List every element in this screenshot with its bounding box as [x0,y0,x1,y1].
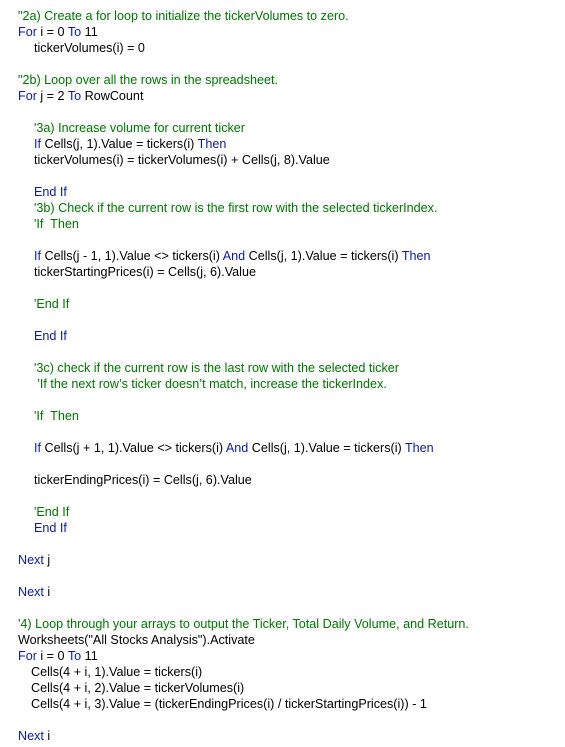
code-text: i [43,729,51,743]
code-comment: '3a) Increase volume for current ticker [34,121,245,135]
code-line: End If [34,184,67,200]
code-line: 'End If [34,296,69,312]
code-keyword: End If [34,521,67,535]
code-text: i = 0 [36,25,68,39]
code-keyword: Next [18,553,44,567]
code-comment: 'If Then [34,217,79,231]
code-text: i [43,585,51,599]
code-text: Cells(4 + i, 2).Value = tickerVolumes(i) [31,681,245,695]
code-comment: '3c) check if the current row is the las… [34,361,399,375]
code-keyword: If [34,249,41,263]
code-keyword: If [34,137,41,151]
code-comment: 'If the next row’s ticker doesn’t match,… [34,377,387,391]
code-line: Next i [18,584,50,600]
code-text: j [43,553,51,567]
code-text: Worksheets("All Stocks Analysis").Activa… [18,633,255,647]
code-line: Cells(4 + i, 2).Value = tickerVolumes(i) [31,680,244,696]
code-line: '3c) check if the current row is the las… [34,360,399,376]
code-line: tickerVolumes(i) = tickerVolumes(i) + Ce… [34,152,330,168]
code-keyword: If [34,441,41,455]
code-line: Worksheets("All Stocks Analysis").Activa… [18,632,255,648]
code-comment: "2a) Create a for loop to initialize the… [18,9,349,23]
code-line: '3a) Increase volume for current ticker [34,120,245,136]
code-text: tickerVolumes(i) = 0 [34,41,145,55]
code-keyword: To [67,89,82,103]
code-line: 'If the next row’s ticker doesn’t match,… [34,376,387,392]
code-keyword: End If [34,185,67,199]
code-text: j = 2 [36,89,68,103]
code-line: '3b) Check if the current row is the fir… [34,200,437,216]
code-keyword: For [18,25,37,39]
code-text: tickerVolumes(i) = tickerVolumes(i) + Ce… [34,153,330,167]
code-line: For j = 2 To RowCount [18,88,143,104]
code-text: Cells(j, 1).Value = tickers(i) [248,441,405,455]
code-line: 'If Then [34,216,79,232]
code-keyword: And [222,249,246,263]
code-text: Cells(j, 1).Value = tickers(i) [41,137,198,151]
code-text: i = 0 [36,649,68,663]
code-comment: 'If Then [34,409,79,423]
code-comment: '4) Loop through your arrays to output t… [18,617,469,631]
code-keyword: To [67,25,82,39]
code-line: If Cells(j + 1, 1).Value <> tickers(i) A… [34,440,434,456]
code-comment: 'End If [34,505,70,519]
code-line: '4) Loop through your arrays to output t… [18,616,469,632]
code-keyword: Next [18,585,44,599]
code-keyword: Then [401,249,431,263]
code-text: tickerStartingPrices(i) = Cells(j, 6).Va… [34,265,256,279]
code-line: For i = 0 To 11 [18,24,98,40]
code-line: 'If Then [34,408,79,424]
code-text: Cells(4 + i, 3).Value = (tickerEndingPri… [31,697,427,711]
code-line: If Cells(j, 1).Value = tickers(i) Then [34,136,226,152]
code-keyword: Then [404,441,434,455]
code-keyword: And [225,441,249,455]
code-comment: '3b) Check if the current row is the fir… [34,201,438,215]
code-text: Cells(j - 1, 1).Value <> tickers(i) [41,249,223,263]
code-line: End If [34,520,67,536]
code-text: 11 [81,649,98,663]
code-line: Next i [18,728,50,744]
code-text: Cells(j + 1, 1).Value <> tickers(i) [41,441,226,455]
code-keyword: For [18,649,37,663]
code-text: Cells(j, 1).Value = tickers(i) [245,249,402,263]
code-text: tickerEndingPrices(i) = Cells(j, 6).Valu… [34,473,252,487]
code-line: End If [34,328,67,344]
code-line: Cells(4 + i, 1).Value = tickers(i) [31,664,202,680]
code-comment: "2b) Loop over all the rows in the sprea… [18,73,278,87]
code-line: "2b) Loop over all the rows in the sprea… [18,72,278,88]
code-line: tickerEndingPrices(i) = Cells(j, 6).Valu… [34,472,252,488]
code-text: RowCount [81,89,144,103]
code-line: Cells(4 + i, 3).Value = (tickerEndingPri… [31,696,427,712]
code-line: tickerVolumes(i) = 0 [34,40,145,56]
code-keyword: To [67,649,82,663]
code-line: "2a) Create a for loop to initialize the… [18,8,349,24]
code-line: Next j [18,552,50,568]
code-line: For i = 0 To 11 [18,648,98,664]
code-line: 'End If [34,504,69,520]
code-text: Cells(4 + i, 1).Value = tickers(i) [31,665,203,679]
code-line: tickerStartingPrices(i) = Cells(j, 6).Va… [34,264,256,280]
code-text: 11 [81,25,98,39]
code-keyword: End If [34,329,67,343]
code-keyword: Then [197,137,227,151]
code-keyword: Next [18,729,44,743]
code-comment: 'End If [34,297,70,311]
code-keyword: For [18,89,37,103]
code-line: If Cells(j - 1, 1).Value <> tickers(i) A… [34,248,431,264]
code-editor[interactable]: "2a) Create a for loop to initialize the… [0,0,565,747]
